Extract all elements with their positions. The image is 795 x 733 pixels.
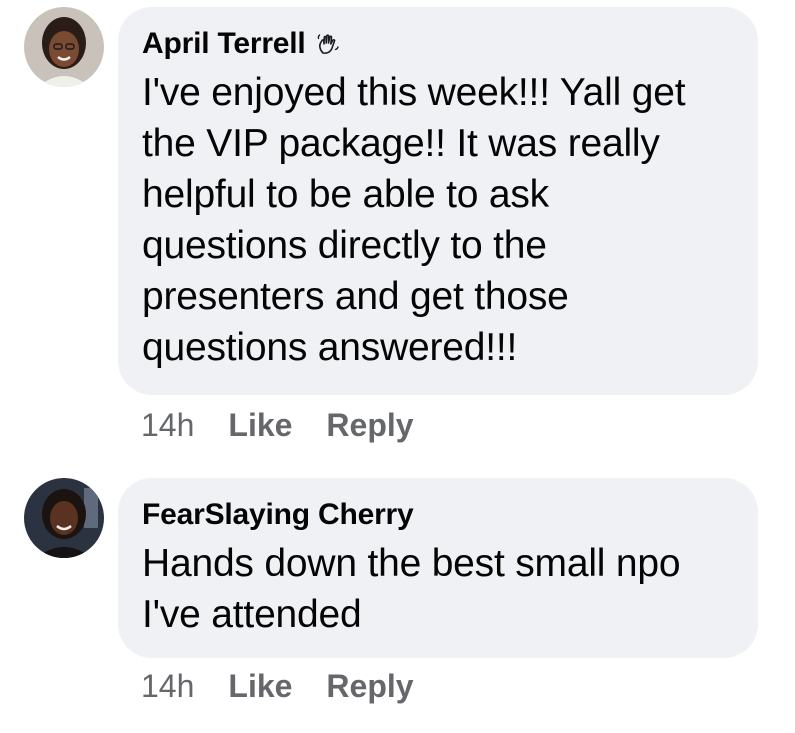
reply-button[interactable]: Reply: [326, 668, 413, 705]
comment-text: Hands down the best small npo I've atten…: [142, 542, 681, 636]
avatar[interactable]: [24, 478, 104, 558]
author-name[interactable]: FearSlaying Cherry: [142, 498, 414, 532]
avatar[interactable]: [24, 7, 104, 87]
like-button[interactable]: Like: [228, 407, 292, 444]
comment-actions: 14h Like Reply: [141, 668, 448, 705]
like-button[interactable]: Like: [228, 668, 292, 705]
comment-text: I've enjoyed this week!!! Yall get the V…: [142, 71, 686, 369]
avatar-image: [24, 7, 104, 87]
timestamp[interactable]: 14h: [141, 668, 194, 705]
comment-bubble: April Terrell I've enjoyed this week!!! …: [118, 7, 758, 395]
timestamp[interactable]: 14h: [141, 407, 194, 444]
avatar-image: [24, 478, 104, 558]
author-row: FearSlaying Cherry: [142, 496, 734, 534]
author-row: April Terrell: [142, 25, 734, 63]
reply-button[interactable]: Reply: [326, 407, 413, 444]
waving-hand-icon[interactable]: [316, 32, 340, 56]
comment-actions: 14h Like Reply: [141, 407, 448, 444]
comment-bubble: FearSlaying Cherry Hands down the best s…: [118, 478, 758, 658]
author-name[interactable]: April Terrell: [142, 27, 306, 61]
